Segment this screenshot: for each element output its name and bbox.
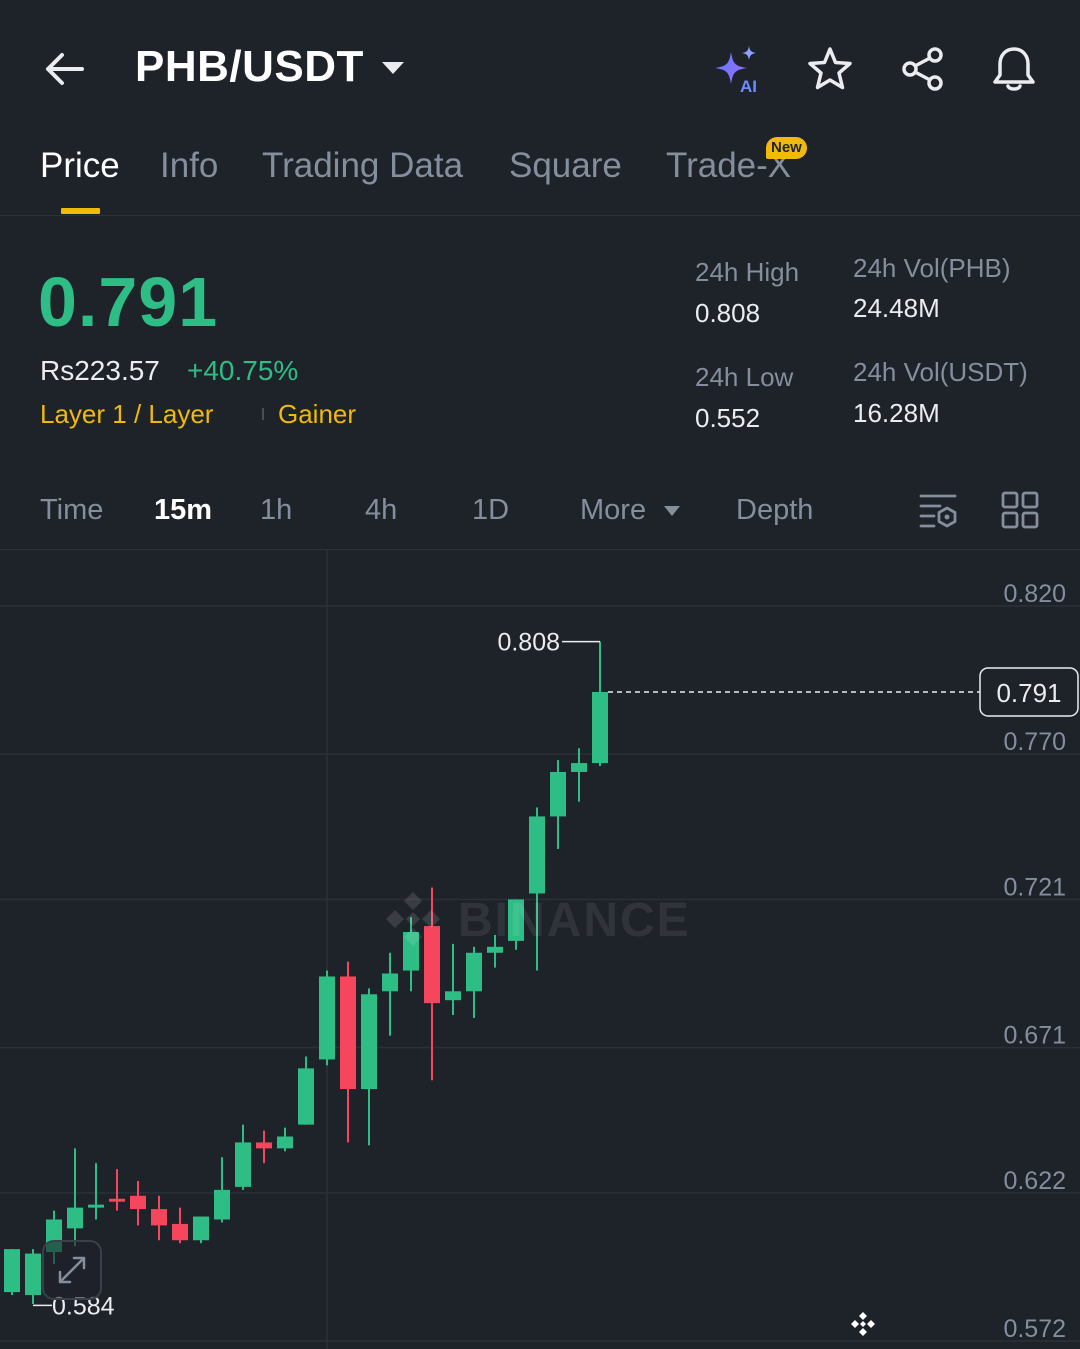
tab-info[interactable]: Info xyxy=(160,146,218,186)
chart-watermark: BINANCE xyxy=(458,894,691,947)
candle-body xyxy=(172,1223,188,1241)
interval-time[interactable]: Time xyxy=(40,494,103,527)
star-icon[interactable] xyxy=(805,44,855,94)
candle-body xyxy=(4,1249,20,1293)
interval-1d[interactable]: 1D xyxy=(472,494,509,527)
depth-tab[interactable]: Depth xyxy=(736,494,813,527)
ai-sparkle-icon[interactable]: AI xyxy=(713,44,763,94)
gainer-tag[interactable]: Gainer xyxy=(278,399,356,430)
candle-body xyxy=(319,976,335,1060)
expand-icon xyxy=(58,1256,86,1284)
high-marker-label: 0.808 xyxy=(497,629,560,657)
layout-grid-icon[interactable] xyxy=(1000,490,1040,530)
category-tag[interactable]: Layer 1 / Layer xyxy=(40,399,213,430)
candle-body xyxy=(235,1142,251,1187)
y-tick-label: 0.770 xyxy=(1003,728,1066,756)
candle-body xyxy=(340,976,356,1090)
candle-body xyxy=(571,763,587,772)
candle-body xyxy=(277,1136,293,1149)
candle-body xyxy=(25,1253,41,1296)
interval-4h[interactable]: 4h xyxy=(365,494,397,527)
candle-body xyxy=(550,771,566,817)
candle-body xyxy=(445,991,461,1001)
fullscreen-button[interactable] xyxy=(42,1240,102,1300)
candle-body xyxy=(88,1204,104,1208)
candle-body xyxy=(466,952,482,992)
section-tabs: Price Info Trading Data Square Trade-X xyxy=(0,130,1080,216)
candle-body xyxy=(109,1198,125,1202)
top-bar: PHB/USDT AI xyxy=(0,0,1080,130)
share-icon[interactable] xyxy=(898,44,948,94)
candle-body xyxy=(529,816,545,894)
candle-body xyxy=(382,973,398,992)
candle-body xyxy=(151,1209,167,1226)
tab-price[interactable]: Price xyxy=(40,146,120,186)
tab-trading-data[interactable]: Trading Data xyxy=(262,146,463,186)
interval-bar: Time 15m 1h 4h 1D More Depth xyxy=(0,470,1080,550)
candle-body xyxy=(298,1068,314,1125)
y-tick-label: 0.820 xyxy=(1003,580,1066,608)
last-price-label: 0.791 xyxy=(996,678,1061,708)
candle-body xyxy=(592,691,608,764)
candle-body xyxy=(361,994,377,1090)
y-tick-label: 0.721 xyxy=(1003,873,1066,901)
low-24h-value: 0.552 xyxy=(695,403,761,433)
tag-divider xyxy=(262,408,264,420)
interval-1h[interactable]: 1h xyxy=(260,494,292,527)
vol-base-value: 24.48M xyxy=(853,293,940,323)
candle-body xyxy=(214,1189,230,1220)
caret-down-icon[interactable] xyxy=(663,505,681,517)
y-tick-label: 0.622 xyxy=(1003,1167,1066,1195)
price-change-percent: +40.75% xyxy=(187,355,299,386)
chevron-down-icon[interactable] xyxy=(380,58,406,78)
trading-pair-title[interactable]: PHB/USDT xyxy=(135,42,364,92)
high-24h-label: 24h High xyxy=(695,257,800,287)
binance-watermark-logo xyxy=(386,892,440,946)
interval-15m[interactable]: 15m xyxy=(154,494,212,527)
vol-quote-label: 24h Vol(USDT) xyxy=(853,357,1028,387)
y-tick-label: 0.671 xyxy=(1003,1022,1066,1050)
candle-body xyxy=(67,1207,83,1229)
indicator-settings-icon[interactable] xyxy=(918,490,958,530)
ai-label: AI xyxy=(740,77,757,94)
high-24h-value: 0.808 xyxy=(695,298,761,328)
bell-icon[interactable] xyxy=(989,44,1039,94)
tab-square[interactable]: Square xyxy=(509,146,622,186)
fiat-price: Rs223.57 xyxy=(40,355,160,386)
vol-quote-value: 16.28M xyxy=(853,398,940,428)
candle-body xyxy=(256,1142,272,1149)
last-price: 0.791 xyxy=(38,263,219,341)
y-tick-label: 0.572 xyxy=(1003,1315,1066,1343)
credit-logo-icon xyxy=(851,1312,875,1336)
active-tab-indicator xyxy=(61,208,100,214)
candle-body xyxy=(193,1216,209,1241)
vol-base-label: 24h Vol(PHB) xyxy=(853,253,1011,283)
back-arrow-icon[interactable] xyxy=(40,44,90,94)
interval-more[interactable]: More xyxy=(580,494,646,527)
candlestick-chart[interactable]: 0.820 0.770 0.721 0.671 0.622 0.572 0.791 0.808… xyxy=(0,550,1080,1349)
candle-body xyxy=(130,1195,146,1210)
new-badge: New xyxy=(766,137,807,159)
low-24h-label: 24h Low xyxy=(695,362,794,392)
